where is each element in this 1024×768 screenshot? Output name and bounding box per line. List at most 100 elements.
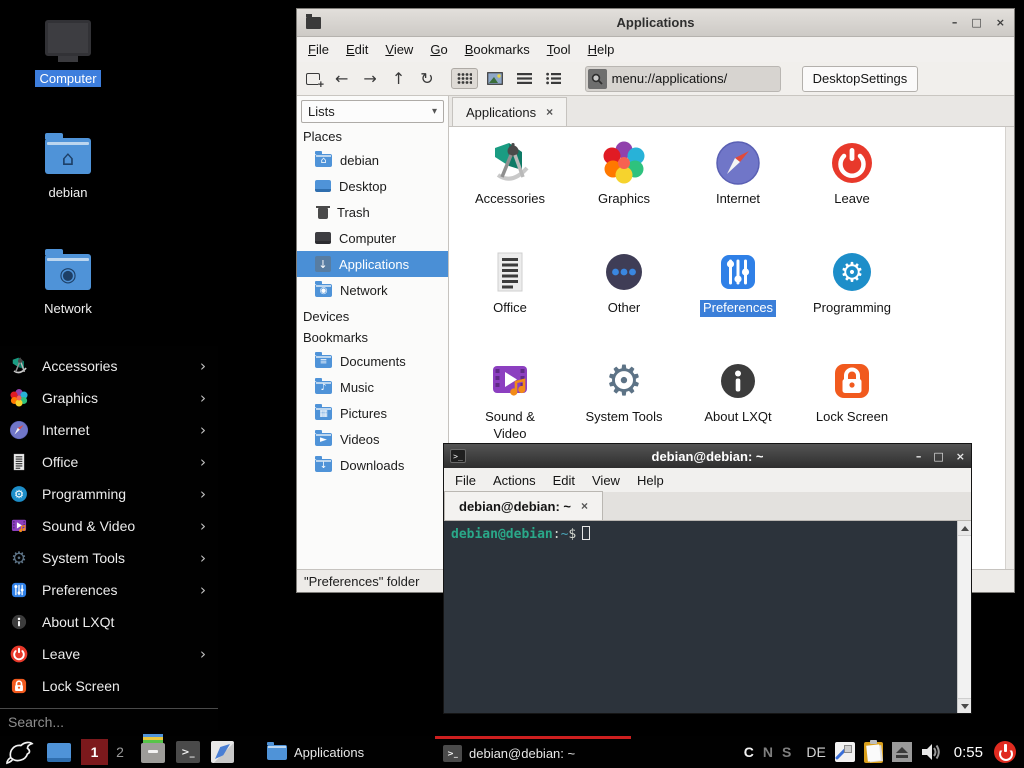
menu-item-preferences[interactable]: Preferences ›	[0, 574, 218, 606]
sidebar-item-pictures[interactable]: ▦ Pictures	[301, 400, 444, 426]
sidebar-item-applications[interactable]: ↓ Applications	[297, 251, 448, 277]
app-item-programming[interactable]: Programming	[795, 241, 909, 350]
terminal-window-title: debian@debian: ~	[444, 449, 971, 464]
desktop-icon-debian[interactable]: ⌂ debian	[20, 138, 116, 202]
menu-item-about-lxqt[interactable]: About LXQt	[0, 606, 218, 638]
file-manager-launcher[interactable]	[141, 741, 165, 763]
tab-close-icon[interactable]: ×	[581, 499, 588, 513]
compact-view-button[interactable]	[512, 69, 537, 88]
terminal-output[interactable]: debian@debian:~$	[444, 521, 957, 713]
menu-item-office[interactable]: Office ›	[0, 446, 218, 478]
app-item-other[interactable]: Other	[567, 241, 681, 350]
maximize-icon[interactable]: □	[971, 17, 981, 28]
scroll-down-icon[interactable]	[958, 698, 971, 713]
desktop-icon-network[interactable]: ◉ Network	[20, 254, 116, 318]
app-item-leave[interactable]: Leave	[795, 132, 909, 241]
new-tab-icon[interactable]	[306, 73, 320, 85]
app-item-accessories[interactable]: Accessories	[453, 132, 567, 241]
terminal-scrollbar[interactable]	[957, 521, 971, 713]
task-applications[interactable]: Applications	[259, 736, 435, 768]
fm-menu-view[interactable]: View	[385, 42, 413, 57]
sidebar-item-desktop[interactable]: Desktop	[301, 173, 444, 199]
sidebar-mode-select[interactable]: Lists ▾	[301, 100, 444, 123]
fm-menu-tool[interactable]: Tool	[547, 42, 571, 57]
task-terminal[interactable]: >_ debian@debian: ~	[435, 736, 631, 768]
eject-icon[interactable]	[892, 742, 912, 762]
keyboard-layout-indicator[interactable]: DE	[806, 744, 825, 760]
terminal-tab[interactable]: debian@debian: ~ ×	[444, 491, 603, 520]
fm-menu-go[interactable]: Go	[430, 42, 447, 57]
app-item-internet[interactable]: Internet	[681, 132, 795, 241]
app-item-office[interactable]: Office	[453, 241, 567, 350]
address-bar[interactable]: menu://applications/	[585, 66, 781, 92]
app-item-graphics[interactable]: Graphics	[567, 132, 681, 241]
minimize-icon[interactable]: –	[952, 17, 958, 28]
menu-item-internet[interactable]: Internet ›	[0, 414, 218, 446]
terminal-icon: >_	[443, 745, 462, 762]
sidebar-item-debian[interactable]: ⌂ debian	[301, 147, 444, 173]
detailed-list-view-button[interactable]	[541, 69, 566, 88]
back-icon[interactable]: ←	[335, 71, 348, 87]
sidebar-item-videos[interactable]: ► Videos	[301, 426, 444, 452]
menu-search-input[interactable]: Search...	[0, 709, 218, 735]
fm-scrollbar[interactable]	[1005, 127, 1014, 569]
icon-view-button[interactable]	[451, 68, 478, 89]
sidebar-item-downloads[interactable]: ↓ Downloads	[301, 452, 444, 478]
terminal-launcher[interactable]: >_	[176, 741, 200, 763]
submenu-arrow-icon: ›	[200, 357, 206, 375]
folder-icon	[267, 745, 287, 760]
main-menu-button[interactable]	[0, 739, 35, 765]
menu-item-leave[interactable]: Leave ›	[0, 638, 218, 670]
term-menu-view[interactable]: View	[592, 473, 620, 488]
term-menu-edit[interactable]: Edit	[553, 473, 575, 488]
menu-item-system-tools[interactable]: System Tools ›	[0, 542, 218, 574]
desktop-icon-computer[interactable]: Computer	[20, 20, 116, 88]
close-icon[interactable]: ×	[996, 17, 1005, 28]
workspace-1-button[interactable]: 1	[81, 739, 108, 765]
menu-item-sound-video[interactable]: Sound & Video ›	[0, 510, 218, 542]
term-menu-help[interactable]: Help	[637, 473, 664, 488]
menu-item-graphics[interactable]: Graphics ›	[0, 382, 218, 414]
volume-icon[interactable]	[921, 742, 943, 762]
tab-applications[interactable]: Applications ×	[452, 97, 567, 126]
sidebar-item-computer[interactable]: Computer	[301, 225, 444, 251]
power-button[interactable]	[994, 741, 1016, 763]
term-menu-actions[interactable]: Actions	[493, 473, 536, 488]
workspace-2-button[interactable]: 2	[110, 744, 130, 760]
featherpad-launcher[interactable]	[211, 741, 235, 763]
sidebar-item-network[interactable]: ◉ Network	[301, 277, 444, 303]
close-icon[interactable]: ×	[956, 451, 965, 462]
address-input[interactable]: menu://applications/	[612, 71, 728, 86]
app-item-preferences[interactable]: Preferences	[681, 241, 795, 350]
menu-item-accessories[interactable]: Accessories ›	[0, 350, 218, 382]
show-desktop-button[interactable]	[47, 743, 71, 762]
menu-item-lock-screen[interactable]: Lock Screen	[0, 670, 218, 702]
documents-folder-icon: ≡	[315, 355, 332, 368]
fm-menu-edit[interactable]: Edit	[346, 42, 368, 57]
minimize-icon[interactable]: –	[916, 451, 922, 462]
refresh-icon[interactable]: ↻	[420, 71, 433, 87]
fm-sidebar: Lists ▾ Places ⌂ debian Desktop Trash Co…	[297, 96, 449, 569]
maximize-icon[interactable]: □	[933, 451, 943, 462]
fm-menu-help[interactable]: Help	[588, 42, 615, 57]
lock-icon	[9, 676, 29, 696]
tab-close-icon[interactable]: ×	[546, 105, 553, 119]
desktop-settings-button[interactable]: DesktopSettings	[802, 66, 919, 92]
fm-titlebar[interactable]: Applications – □ ×	[297, 9, 1014, 37]
scroll-up-icon[interactable]	[958, 521, 971, 536]
menu-item-programming[interactable]: Programming ›	[0, 478, 218, 510]
term-menu-file[interactable]: File	[455, 473, 476, 488]
thumbnail-view-button[interactable]	[482, 69, 508, 88]
sidebar-item-trash[interactable]: Trash	[301, 199, 444, 225]
terminal-titlebar[interactable]: >_ debian@debian: ~ – □ ×	[444, 444, 971, 468]
clipboard-icon[interactable]	[864, 742, 883, 763]
fm-menu-bookmarks[interactable]: Bookmarks	[465, 42, 530, 57]
forward-icon[interactable]: →	[363, 71, 376, 87]
sidebar-item-music[interactable]: ♪ Music	[301, 374, 444, 400]
screenshot-tool-icon[interactable]	[835, 742, 855, 762]
up-icon[interactable]: ↑	[392, 71, 405, 87]
sidebar-item-documents[interactable]: ≡ Documents	[301, 348, 444, 374]
fm-menu-file[interactable]: File	[308, 42, 329, 57]
file-manager-icon	[141, 743, 165, 763]
clock[interactable]: 0:55	[954, 744, 983, 761]
